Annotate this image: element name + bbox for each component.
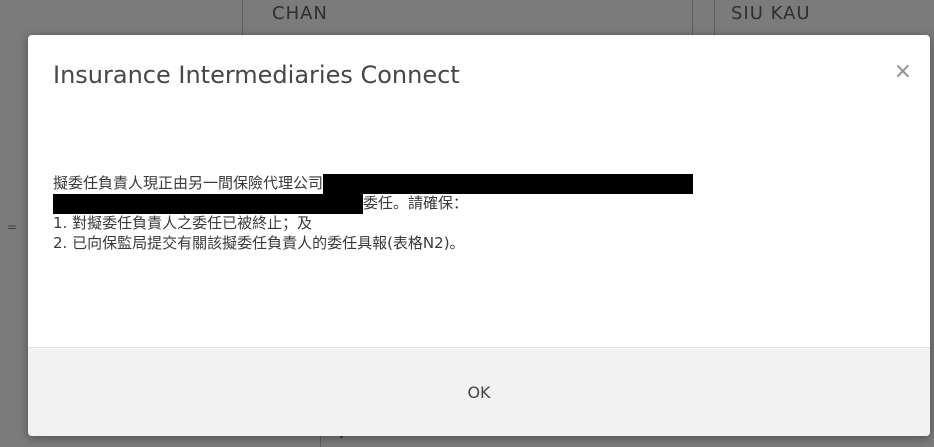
redacted-block [53,193,363,214]
table-divider [242,0,243,36]
dialog-title: Insurance Intermediaries Connect [53,61,460,89]
close-icon[interactable]: × [894,61,912,83]
table-divider [692,0,693,36]
message-text: 委任。請確保： [363,194,469,212]
table-divider [320,436,321,447]
message-line: 擬委任負責人現正由另一間保險代理公司 [53,173,903,194]
table-cell: SIU KAU [731,3,811,24]
dialog-message: 擬委任負責人現正由另一間保險代理公司 委任。請確保： 1. 對擬委任負責人之委任… [53,173,903,253]
message-line: 2. 已向保監局提交有關該擬委任負責人的委任具報(表格N2)。 [53,234,465,252]
table-cell: CHAN [272,3,328,24]
redacted-block [323,173,694,194]
dialog-header: Insurance Intermediaries Connect × [28,35,930,115]
dialog-footer: OK [28,347,930,436]
table-divider [714,0,715,36]
message-line: 1. 對擬委任負責人之委任已被終止；及 [53,214,313,232]
ok-button[interactable]: OK [28,348,930,436]
message-text: 擬委任負責人現正由另一間保險代理公司 [53,174,324,192]
message-line: 委任。請確保： [53,193,903,214]
left-marker: = [7,220,18,234]
dialog: Insurance Intermediaries Connect × 擬委任負責… [28,35,930,436]
